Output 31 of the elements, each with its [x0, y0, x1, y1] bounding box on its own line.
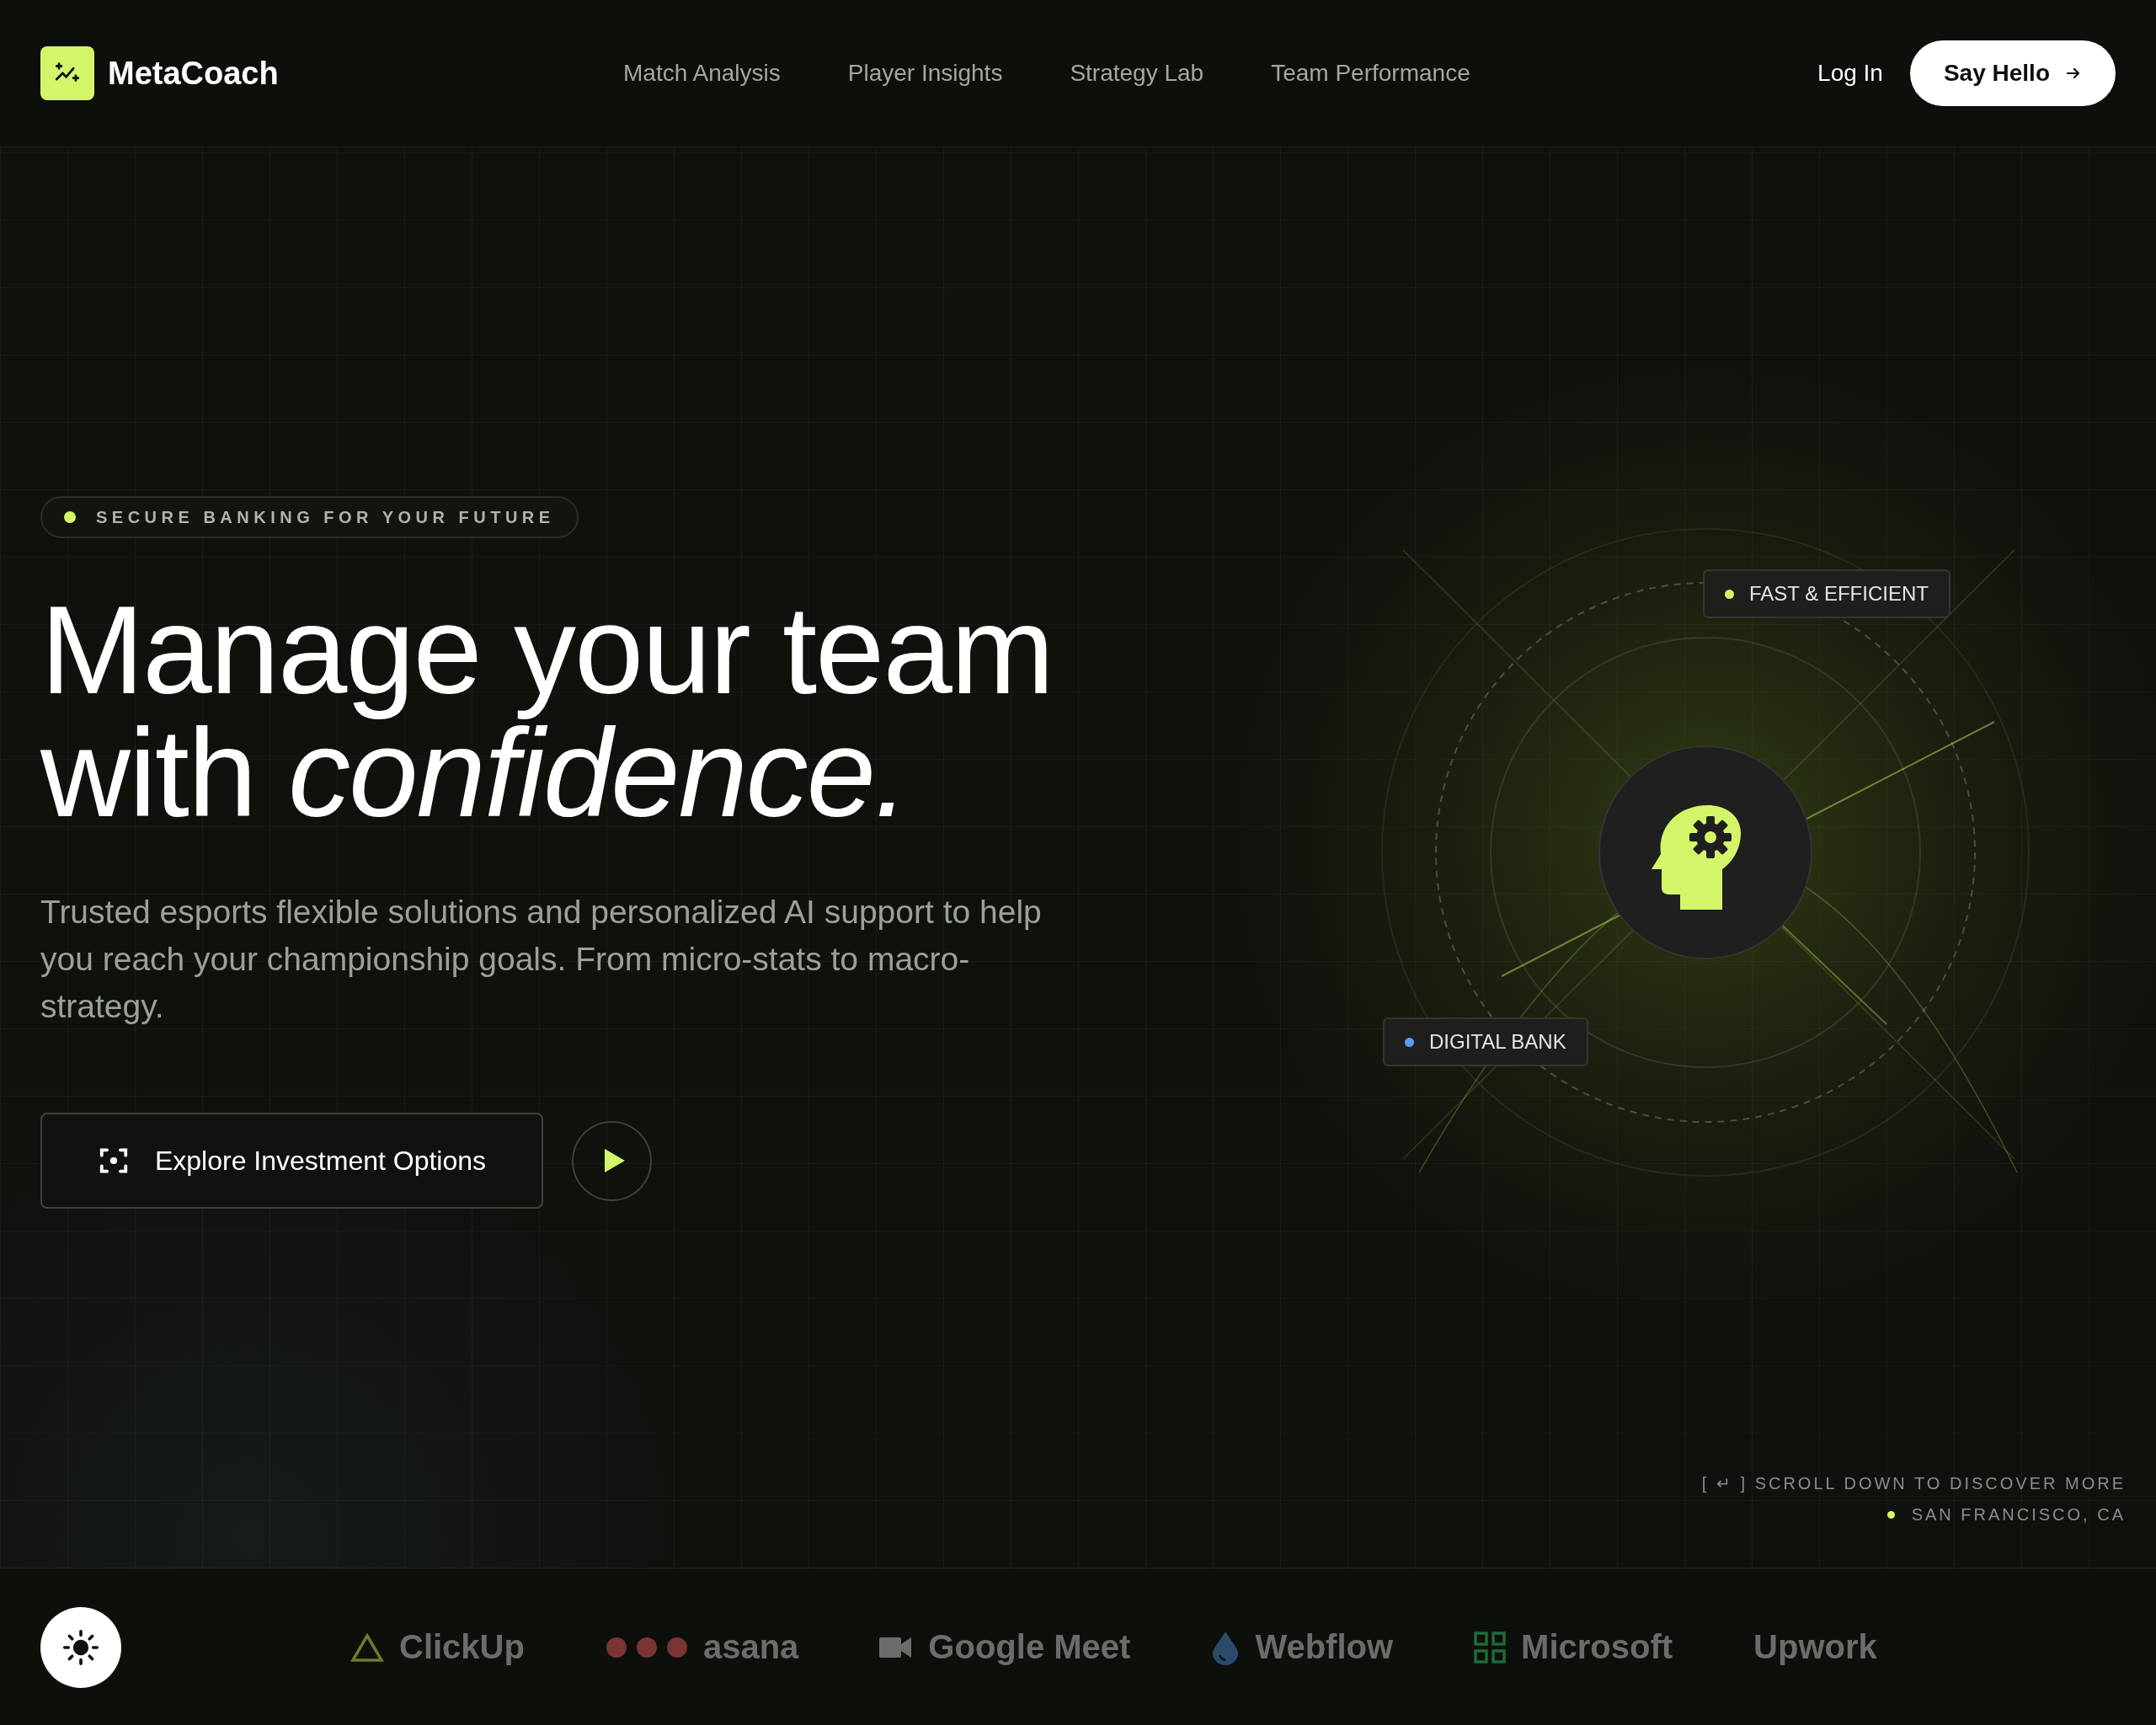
partner-logo-name: Upwork	[1753, 1628, 1877, 1666]
three-dots-icon	[605, 1636, 688, 1658]
partner-logo-name: Microsoft	[1521, 1628, 1673, 1666]
nav-link[interactable]: Strategy Lab	[1070, 60, 1204, 87]
play-button[interactable]	[572, 1120, 652, 1201]
scroll-hint: [ ↵ ] SCROLL DOWN TO DISCOVER MORE	[1701, 1473, 2126, 1493]
login-link[interactable]: Log In	[1817, 60, 1883, 87]
brand-name: MetaCoach	[108, 55, 279, 92]
say-hello-button[interactable]: Say Hello	[1909, 40, 2116, 106]
location-text: SAN FRANCISCO, CA	[1911, 1505, 2126, 1525]
hero-description: Trusted esports flexible solutions and personalized AI support to help you reach your championship goals. From micro-stats to macro-strategy.	[40, 893, 1043, 1026]
video-camera-icon	[879, 1635, 914, 1659]
feature-tag: DIGITAL BANK	[1383, 1017, 1588, 1066]
partner-logo-name: ClickUp	[399, 1628, 525, 1666]
partner-logo-name: asana	[702, 1628, 799, 1666]
explore-button[interactable]: Explore Investment Options	[40, 1113, 543, 1209]
brand-logo[interactable]	[40, 46, 94, 100]
nav-link[interactable]: Player Insights	[847, 60, 1003, 87]
play-icon	[604, 1149, 625, 1172]
triangle-icon	[350, 1632, 384, 1663]
hero-headline: Manage your team with confidence.	[40, 589, 1054, 835]
four-squares-icon	[1474, 1631, 1507, 1664]
nav-link[interactable]: Team Performance	[1271, 60, 1470, 87]
nav-link[interactable]: Match Analysis	[623, 60, 781, 87]
location-dot	[1886, 1511, 1895, 1519]
partner-logo-name: Google Meet	[928, 1628, 1131, 1666]
status-dot	[64, 511, 76, 523]
partner-logo-name: Webflow	[1255, 1628, 1394, 1666]
feature-tag: FAST & EFFICIENT	[1703, 569, 1951, 618]
sun-icon	[62, 1628, 99, 1666]
tagline-text: SECURE BANKING FOR YOUR FUTURE	[96, 507, 555, 527]
